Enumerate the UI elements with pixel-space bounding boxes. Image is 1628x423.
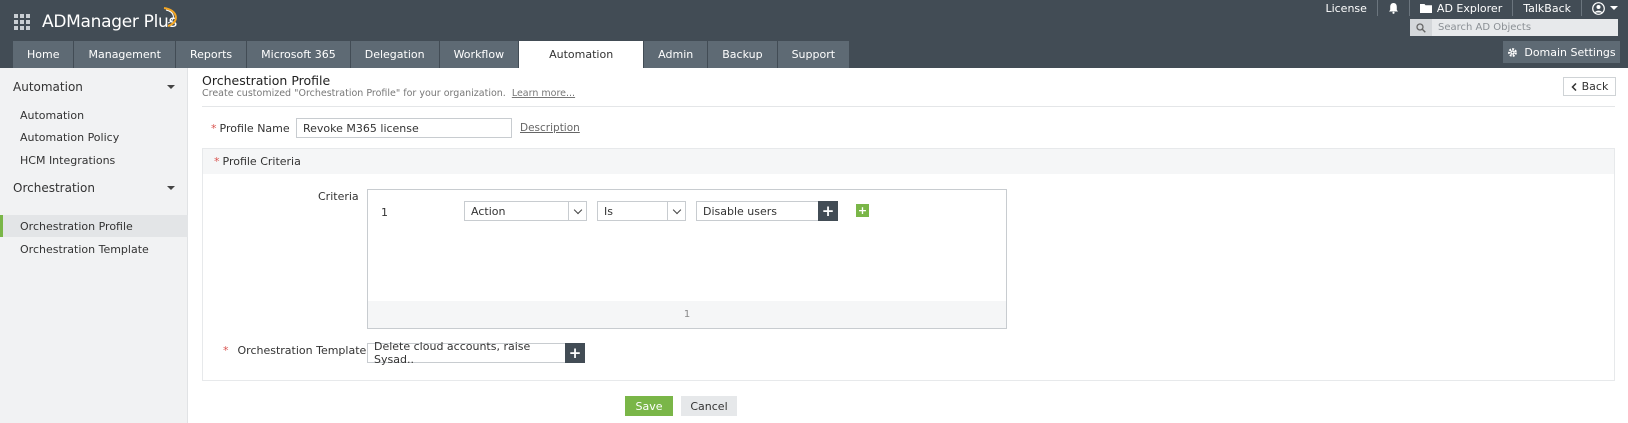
logo-arc-icon bbox=[163, 7, 177, 27]
chevron-down-icon bbox=[1610, 6, 1618, 10]
tab-workflow[interactable]: Workflow bbox=[439, 41, 520, 68]
chevron-down-icon bbox=[568, 202, 586, 220]
sidebar-item-automation-policy[interactable]: Automation Policy bbox=[0, 126, 188, 148]
ad-explorer-link[interactable]: AD Explorer bbox=[1408, 0, 1512, 16]
sidebar-section-automation[interactable]: Automation bbox=[13, 80, 175, 94]
user-menu[interactable] bbox=[1581, 0, 1628, 16]
bell-icon bbox=[1388, 3, 1398, 14]
chevron-left-icon bbox=[1571, 82, 1577, 91]
orchestration-template-label: * Orchestration Template bbox=[223, 344, 367, 357]
description-link[interactable]: Description bbox=[520, 122, 580, 134]
sidebar-item-orchestration-profile[interactable]: Orchestration Profile bbox=[0, 215, 188, 237]
profile-name-label: * Profile Name bbox=[211, 122, 290, 135]
license-link[interactable]: License bbox=[1315, 0, 1376, 16]
user-avatar-icon bbox=[1592, 1, 1605, 15]
chevron-down-icon bbox=[167, 186, 175, 190]
required-marker: * bbox=[211, 122, 217, 135]
profile-criteria-header: * Profile Criteria bbox=[203, 149, 1614, 174]
domain-settings-button[interactable]: Domain Settings bbox=[1503, 41, 1620, 63]
back-button[interactable]: Back bbox=[1563, 77, 1616, 96]
learn-more-link[interactable]: Learn more... bbox=[512, 88, 575, 99]
gear-icon bbox=[1508, 47, 1518, 57]
tab-home[interactable]: Home bbox=[13, 41, 75, 68]
criteria-footer: 1 bbox=[368, 301, 1006, 328]
tab-admin[interactable]: Admin bbox=[644, 41, 709, 68]
tab-reports[interactable]: Reports bbox=[175, 41, 248, 68]
tab-management[interactable]: Management bbox=[74, 41, 176, 68]
notifications-button[interactable] bbox=[1376, 0, 1409, 16]
required-marker: * bbox=[223, 344, 229, 357]
orchestration-template-field[interactable]: Delete cloud accounts, raise Sysad.. bbox=[367, 340, 565, 366]
save-button[interactable]: Save bbox=[625, 396, 673, 416]
tab-support[interactable]: Support bbox=[777, 41, 851, 68]
top-links: License AD Explorer TalkBack bbox=[1315, 0, 1628, 16]
criteria-box: 1 Action Is Disable users + + 1 bbox=[367, 189, 1007, 329]
main-tabs: Home Management Reports Microsoft 365 De… bbox=[13, 41, 851, 68]
sidebar-item-hcm-integrations[interactable]: HCM Integrations bbox=[0, 149, 188, 171]
folder-icon bbox=[1419, 4, 1432, 13]
cancel-button[interactable]: Cancel bbox=[681, 396, 737, 416]
criteria-field-select[interactable]: Action bbox=[464, 201, 587, 221]
sidebar-item-orchestration-template[interactable]: Orchestration Template bbox=[0, 238, 188, 260]
app-logo: ADManager Plus bbox=[42, 12, 178, 32]
chevron-down-icon bbox=[667, 202, 685, 220]
add-criteria-row-button[interactable]: + bbox=[856, 204, 869, 217]
sidebar-item-automation[interactable]: Automation bbox=[0, 104, 188, 126]
search-icon[interactable] bbox=[1410, 19, 1432, 36]
required-marker: * bbox=[214, 155, 220, 168]
page-title: Orchestration Profile bbox=[202, 73, 331, 88]
divider bbox=[202, 106, 1615, 107]
talkback-link[interactable]: TalkBack bbox=[1512, 0, 1581, 16]
search-input[interactable] bbox=[1432, 22, 1612, 33]
app-grid-icon[interactable] bbox=[14, 14, 30, 30]
app-header: ADManager Plus License AD Explorer TalkB… bbox=[0, 0, 1628, 68]
tab-automation[interactable]: Automation bbox=[519, 41, 645, 68]
search-box bbox=[1410, 19, 1618, 36]
add-orchestration-template-button[interactable]: + bbox=[565, 343, 585, 363]
criteria-row-index: 1 bbox=[381, 206, 388, 219]
sidebar-section-orchestration[interactable]: Orchestration bbox=[13, 181, 175, 195]
add-criteria-value-button[interactable]: + bbox=[818, 201, 838, 221]
chevron-down-icon bbox=[167, 85, 175, 89]
sidebar: Automation Automation Automation Policy … bbox=[0, 68, 188, 423]
tab-delegation[interactable]: Delegation bbox=[350, 41, 440, 68]
criteria-label: Criteria bbox=[318, 190, 359, 203]
criteria-value-field[interactable]: Disable users bbox=[696, 201, 818, 221]
criteria-operator-select[interactable]: Is bbox=[597, 201, 686, 221]
tab-microsoft-365[interactable]: Microsoft 365 bbox=[247, 41, 351, 68]
page-subtitle: Create customized "Orchestration Profile… bbox=[202, 88, 576, 99]
profile-name-input[interactable] bbox=[296, 118, 512, 138]
tab-backup[interactable]: Backup bbox=[708, 41, 778, 68]
